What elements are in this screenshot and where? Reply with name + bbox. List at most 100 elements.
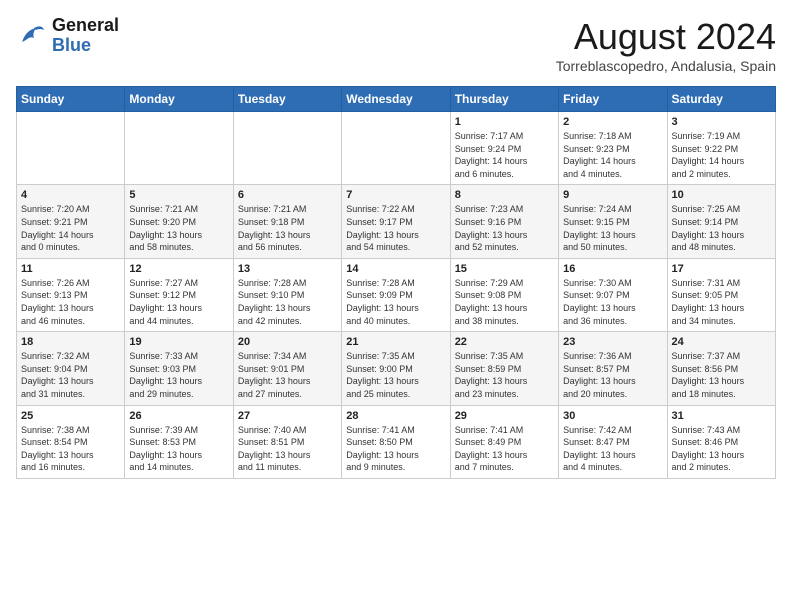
location-title: Torreblascopedro, Andalusia, Spain [556,58,776,74]
logo-blue: Blue [52,36,119,56]
calendar-cell: 15 Sunrise: 7:29 AM Sunset: 9:08 PM Dayli… [450,258,558,331]
day-number: 18 [21,336,120,348]
day-number: 22 [455,336,554,348]
day-number: 24 [672,336,771,348]
calendar-cell: 22 Sunrise: 7:35 AM Sunset: 8:59 PM Dayli… [450,332,558,405]
day-info: Sunrise: 7:35 AM Sunset: 8:59 PM Dayligh… [455,350,554,400]
day-number: 19 [129,336,228,348]
day-info: Sunrise: 7:39 AM Sunset: 8:53 PM Dayligh… [129,424,228,474]
weekday-header-friday: Friday [559,87,667,112]
day-info: Sunrise: 7:21 AM Sunset: 9:18 PM Dayligh… [238,203,337,253]
calendar-cell: 16 Sunrise: 7:30 AM Sunset: 9:07 PM Dayli… [559,258,667,331]
day-info: Sunrise: 7:41 AM Sunset: 8:49 PM Dayligh… [455,424,554,474]
day-number: 15 [455,263,554,275]
week-row-2: 4 Sunrise: 7:20 AM Sunset: 9:21 PM Daylig… [17,185,776,258]
day-number: 7 [346,189,445,201]
day-number: 13 [238,263,337,275]
header: General Blue August 2024 Torreblascopedr… [16,16,776,74]
day-info: Sunrise: 7:35 AM Sunset: 9:00 PM Dayligh… [346,350,445,400]
calendar-cell: 6 Sunrise: 7:21 AM Sunset: 9:18 PM Daylig… [233,185,341,258]
calendar-cell: 19 Sunrise: 7:33 AM Sunset: 9:03 PM Dayli… [125,332,233,405]
day-number: 12 [129,263,228,275]
week-row-4: 18 Sunrise: 7:32 AM Sunset: 9:04 PM Dayli… [17,332,776,405]
day-info: Sunrise: 7:22 AM Sunset: 9:17 PM Dayligh… [346,203,445,253]
day-info: Sunrise: 7:21 AM Sunset: 9:20 PM Dayligh… [129,203,228,253]
day-info: Sunrise: 7:30 AM Sunset: 9:07 PM Dayligh… [563,277,662,327]
day-info: Sunrise: 7:23 AM Sunset: 9:16 PM Dayligh… [455,203,554,253]
day-number: 16 [563,263,662,275]
weekday-header-sunday: Sunday [17,87,125,112]
calendar-cell [233,112,341,185]
logo-general: General [52,16,119,36]
day-number: 26 [129,410,228,422]
calendar-cell: 2 Sunrise: 7:18 AM Sunset: 9:23 PM Daylig… [559,112,667,185]
calendar-cell: 12 Sunrise: 7:27 AM Sunset: 9:12 PM Dayli… [125,258,233,331]
calendar-cell: 13 Sunrise: 7:28 AM Sunset: 9:10 PM Dayli… [233,258,341,331]
calendar-cell: 24 Sunrise: 7:37 AM Sunset: 8:56 PM Dayli… [667,332,775,405]
calendar-cell: 7 Sunrise: 7:22 AM Sunset: 9:17 PM Daylig… [342,185,450,258]
weekday-header-row: SundayMondayTuesdayWednesdayThursdayFrid… [17,87,776,112]
day-info: Sunrise: 7:28 AM Sunset: 9:10 PM Dayligh… [238,277,337,327]
calendar-cell: 20 Sunrise: 7:34 AM Sunset: 9:01 PM Dayli… [233,332,341,405]
weekday-header-wednesday: Wednesday [342,87,450,112]
week-row-5: 25 Sunrise: 7:38 AM Sunset: 8:54 PM Dayli… [17,405,776,478]
day-number: 11 [21,263,120,275]
calendar-cell: 11 Sunrise: 7:26 AM Sunset: 9:13 PM Dayli… [17,258,125,331]
day-number: 17 [672,263,771,275]
calendar-cell: 5Sunrise: 7:21 AM Sunset: 9:20 PM Daylig… [125,185,233,258]
day-info: Sunrise: 7:33 AM Sunset: 9:03 PM Dayligh… [129,350,228,400]
day-number: 23 [563,336,662,348]
weekday-header-thursday: Thursday [450,87,558,112]
day-number: 29 [455,410,554,422]
month-title: August 2024 [556,16,776,58]
calendar-cell: 23 Sunrise: 7:36 AM Sunset: 8:57 PM Dayli… [559,332,667,405]
day-info: Sunrise: 7:37 AM Sunset: 8:56 PM Dayligh… [672,350,771,400]
day-info: Sunrise: 7:40 AM Sunset: 8:51 PM Dayligh… [238,424,337,474]
day-info: Sunrise: 7:29 AM Sunset: 9:08 PM Dayligh… [455,277,554,327]
day-number: 27 [238,410,337,422]
calendar-table: SundayMondayTuesdayWednesdayThursdayFrid… [16,86,776,479]
day-info: Sunrise: 7:17 AM Sunset: 9:24 PM Dayligh… [455,130,554,180]
day-info: Sunrise: 7:38 AM Sunset: 8:54 PM Dayligh… [21,424,120,474]
calendar-cell: 8 Sunrise: 7:23 AM Sunset: 9:16 PM Daylig… [450,185,558,258]
day-number: 30 [563,410,662,422]
day-info: Sunrise: 7:27 AM Sunset: 9:12 PM Dayligh… [129,277,228,327]
day-info: Sunrise: 7:32 AM Sunset: 9:04 PM Dayligh… [21,350,120,400]
calendar-cell: 10Sunrise: 7:25 AM Sunset: 9:14 PM Dayli… [667,185,775,258]
calendar-cell: 4 Sunrise: 7:20 AM Sunset: 9:21 PM Daylig… [17,185,125,258]
calendar-cell: 29 Sunrise: 7:41 AM Sunset: 8:49 PM Dayli… [450,405,558,478]
calendar-cell: 14 Sunrise: 7:28 AM Sunset: 9:09 PM Dayli… [342,258,450,331]
day-info: Sunrise: 7:28 AM Sunset: 9:09 PM Dayligh… [346,277,445,327]
day-info: Sunrise: 7:36 AM Sunset: 8:57 PM Dayligh… [563,350,662,400]
calendar-cell: 3Sunrise: 7:19 AM Sunset: 9:22 PM Daylig… [667,112,775,185]
calendar-cell: 31Sunrise: 7:43 AM Sunset: 8:46 PM Dayli… [667,405,775,478]
day-info: Sunrise: 7:19 AM Sunset: 9:22 PM Dayligh… [672,130,771,180]
day-number: 2 [563,116,662,128]
calendar-cell [342,112,450,185]
day-info: Sunrise: 7:24 AM Sunset: 9:15 PM Dayligh… [563,203,662,253]
calendar-cell: 25 Sunrise: 7:38 AM Sunset: 8:54 PM Dayli… [17,405,125,478]
calendar-cell: 26 Sunrise: 7:39 AM Sunset: 8:53 PM Dayli… [125,405,233,478]
day-info: Sunrise: 7:42 AM Sunset: 8:47 PM Dayligh… [563,424,662,474]
day-info: Sunrise: 7:18 AM Sunset: 9:23 PM Dayligh… [563,130,662,180]
day-number: 14 [346,263,445,275]
calendar-cell: 27 Sunrise: 7:40 AM Sunset: 8:51 PM Dayli… [233,405,341,478]
calendar-cell: 18 Sunrise: 7:32 AM Sunset: 9:04 PM Dayli… [17,332,125,405]
day-info: Sunrise: 7:25 AM Sunset: 9:14 PM Dayligh… [672,203,771,253]
weekday-header-tuesday: Tuesday [233,87,341,112]
week-row-3: 11 Sunrise: 7:26 AM Sunset: 9:13 PM Dayli… [17,258,776,331]
day-number: 6 [238,189,337,201]
day-info: Sunrise: 7:26 AM Sunset: 9:13 PM Dayligh… [21,277,120,327]
day-info: Sunrise: 7:20 AM Sunset: 9:21 PM Dayligh… [21,203,120,253]
day-info: Sunrise: 7:34 AM Sunset: 9:01 PM Dayligh… [238,350,337,400]
calendar-cell [17,112,125,185]
day-number: 4 [21,189,120,201]
weekday-header-monday: Monday [125,87,233,112]
day-number: 1 [455,116,554,128]
day-number: 8 [455,189,554,201]
day-number: 20 [238,336,337,348]
day-number: 25 [21,410,120,422]
day-number: 21 [346,336,445,348]
day-info: Sunrise: 7:31 AM Sunset: 9:05 PM Dayligh… [672,277,771,327]
calendar-cell: 28Sunrise: 7:41 AM Sunset: 8:50 PM Dayli… [342,405,450,478]
